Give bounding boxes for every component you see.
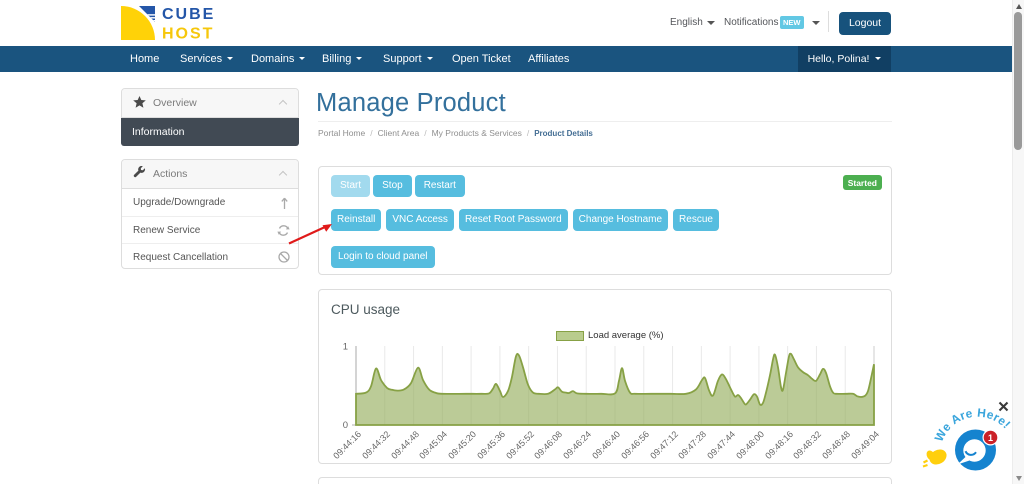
svg-text:1: 1: [988, 433, 993, 443]
svg-text:0: 0: [343, 420, 348, 431]
svg-text:1: 1: [343, 342, 348, 353]
